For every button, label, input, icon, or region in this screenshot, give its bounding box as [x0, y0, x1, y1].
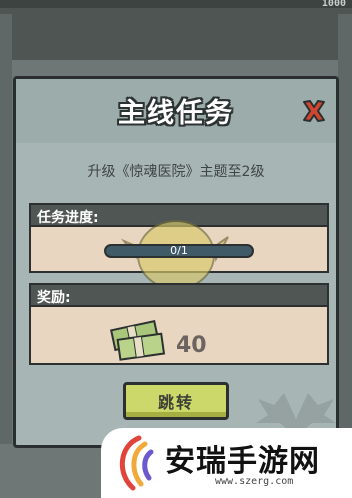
- reward-amount: 40: [176, 333, 207, 358]
- jump-button-label: 跳转: [157, 393, 194, 412]
- jump-button[interactable]: 跳转: [123, 382, 229, 420]
- background-top: [0, 0, 352, 60]
- reward-section-header: 奖励:: [29, 283, 329, 307]
- progress-bar: 0/1: [104, 244, 254, 258]
- main-quest-dialog: 主线任务 升级《惊魂医院》主题至2级 任务进度: 0/1 奖励: 40 跳转: [13, 76, 339, 448]
- close-button[interactable]: [298, 95, 330, 127]
- quest-description: 升级《惊魂医院》主题至2级: [87, 164, 265, 180]
- watermark-text: 安瑞手游网: [165, 444, 320, 479]
- background-counter: 1000: [321, 0, 346, 9]
- background-top-bar: [0, 0, 352, 8]
- background-right-panel: [338, 14, 352, 444]
- progress-text: 0/1: [170, 244, 188, 257]
- watermark-logo-icon: [119, 435, 154, 491]
- cash-stack-icon: [110, 320, 166, 361]
- reward-section-label: 奖励:: [37, 290, 71, 306]
- background-left-panel: [0, 14, 12, 444]
- watermark-banner: 安瑞手游网 www.szerg.com: [101, 428, 352, 498]
- dialog-title: 主线任务: [118, 98, 234, 129]
- watermark-url: www.szerg.com: [215, 476, 294, 487]
- progress-section-label: 任务进度:: [37, 210, 99, 226]
- close-x-icon: [303, 100, 325, 122]
